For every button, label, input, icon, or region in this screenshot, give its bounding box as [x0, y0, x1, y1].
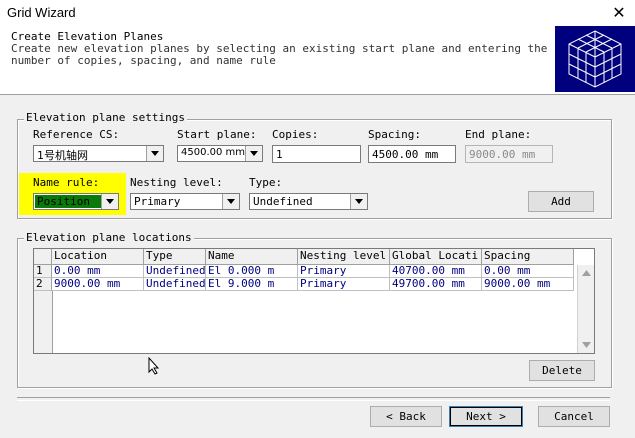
chevron-down-icon[interactable] — [101, 194, 118, 209]
table-cell[interactable]: Undefined — [144, 278, 206, 291]
start-plane-label: Start plane: — [177, 128, 257, 141]
footer-separator — [17, 397, 610, 401]
end-plane-input: 9000.00 mm — [465, 145, 553, 163]
table-cell[interactable]: 0.00 mm — [52, 265, 144, 278]
table-cell[interactable]: 49700.00 mm — [390, 278, 482, 291]
type-combo[interactable]: Undefined — [249, 193, 368, 210]
close-icon[interactable]: ✕ — [604, 1, 634, 25]
back-button[interactable]: < Back — [370, 406, 442, 427]
row-number[interactable]: 1 — [34, 265, 52, 278]
name-rule-label: Name rule: — [33, 176, 100, 189]
chevron-down-icon[interactable] — [222, 194, 239, 209]
nesting-level-value: Primary — [134, 195, 181, 208]
wizard-header: Create Elevation Planes Create new eleva… — [0, 26, 635, 95]
locations-table[interactable]: Location Type Name Nesting level Global … — [33, 248, 595, 354]
column-header-name[interactable]: Name — [206, 249, 298, 265]
name-rule-value: Position — [37, 195, 90, 208]
locations-legend: Elevation plane locations — [24, 231, 194, 244]
column-header-spacing[interactable]: Spacing — [482, 249, 574, 265]
table-cell[interactable]: El 9.000 m — [206, 278, 298, 291]
end-plane-value: 9000.00 mm — [469, 148, 536, 161]
table-cell[interactable]: Primary — [298, 278, 390, 291]
window-title: Grid Wizard — [7, 5, 76, 20]
header-description: Create new elevation planes by selecting… — [11, 42, 548, 67]
vertical-scrollbar[interactable] — [577, 265, 594, 353]
column-header-type[interactable]: Type — [144, 249, 206, 265]
name-rule-combo[interactable]: Position — [33, 193, 119, 210]
scroll-down-icon[interactable] — [582, 342, 591, 348]
column-header-global-location[interactable]: Global Locati — [390, 249, 482, 265]
start-plane-value: 4500.00 mm — [181, 147, 246, 158]
nesting-level-combo[interactable]: Primary — [130, 193, 240, 210]
copies-label: Copies: — [272, 128, 319, 141]
reference-cs-label: Reference CS: — [33, 128, 120, 141]
reference-cs-value: 1号机轴网 — [37, 149, 88, 162]
grid-cube-logo — [555, 26, 635, 92]
copies-value: 1 — [276, 148, 283, 161]
chevron-down-icon[interactable] — [245, 146, 262, 161]
spacing-input[interactable]: 4500.00 mm — [368, 145, 456, 163]
delete-button[interactable]: Delete — [529, 360, 595, 381]
next-button[interactable]: Next > — [449, 406, 523, 427]
table-cell[interactable]: Undefined — [144, 265, 206, 278]
table-cell[interactable]: 40700.00 mm — [390, 265, 482, 278]
add-button[interactable]: Add — [528, 191, 594, 212]
column-header-location[interactable]: Location — [52, 249, 144, 265]
chevron-down-icon[interactable] — [350, 194, 367, 209]
nesting-level-label: Nesting level: — [130, 176, 223, 189]
type-label: Type: — [249, 176, 283, 189]
table-cell[interactable]: 9000.00 mm — [482, 278, 574, 291]
row-number[interactable]: 2 — [34, 278, 52, 291]
table-cell[interactable]: El 0.000 m — [206, 265, 298, 278]
cancel-button[interactable]: Cancel — [538, 406, 610, 427]
mouse-cursor-icon — [148, 357, 160, 375]
table-cell[interactable]: Primary — [298, 265, 390, 278]
type-value: Undefined — [253, 195, 313, 208]
row-header-strip — [34, 291, 53, 353]
column-header-nesting-level[interactable]: Nesting level — [298, 249, 390, 265]
scroll-up-icon[interactable] — [582, 270, 591, 276]
table-cell[interactable]: 9000.00 mm — [52, 278, 144, 291]
title-bar: Grid Wizard ✕ — [0, 0, 635, 26]
spacing-label: Spacing: — [368, 128, 421, 141]
settings-legend: Elevation plane settings — [24, 111, 187, 124]
reference-cs-combo[interactable]: 1号机轴网 — [33, 145, 164, 162]
table-cell[interactable]: 0.00 mm — [482, 265, 574, 278]
chevron-down-icon[interactable] — [146, 146, 163, 161]
corner-header — [34, 249, 52, 265]
spacing-value: 4500.00 mm — [372, 148, 439, 161]
end-plane-label: End plane: — [465, 128, 532, 141]
copies-input[interactable]: 1 — [272, 145, 361, 163]
start-plane-combo[interactable]: 4500.00 mm — [177, 145, 263, 162]
